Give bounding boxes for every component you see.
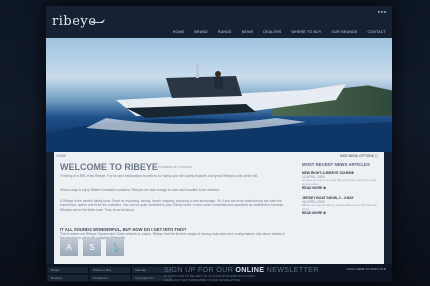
nav-brand[interactable]: BRAND	[194, 30, 208, 34]
rib-boat-photo	[46, 64, 392, 152]
feature-s-icon[interactable]: S	[83, 238, 101, 256]
anchor-icon[interactable]: ⚓	[106, 238, 124, 256]
newsletter-heading: SIGN UP FOR OUR ONLINE NEWSLETTER	[164, 265, 319, 274]
read-more-link[interactable]: READ MORE ⊕	[302, 211, 382, 215]
hide-menu-options[interactable]: HIDE MENU OPTIONS ▢	[340, 154, 378, 158]
newsletter-pre: SIGN UP FOR OUR	[164, 265, 236, 274]
hero-image	[46, 38, 392, 152]
intro-paragraph-2: What a way to enjoy Britain's beautiful …	[60, 188, 220, 192]
powered-by: POWERED BY PASSION	[158, 165, 193, 169]
footer-link-reviews[interactable]: Reviews	[48, 275, 88, 281]
nav-news[interactable]: NEWS	[242, 30, 254, 34]
page-background: ribeye ■ ■ ■ HOME BRAND RANGE NEWS DEALE…	[0, 0, 430, 286]
footer-link-range[interactable]: Range	[48, 267, 88, 273]
logo[interactable]: ribeye	[52, 14, 96, 29]
footer-link-where-to-buy[interactable]: Where to Buy	[90, 267, 130, 273]
newsletter-bold: ONLINE	[235, 265, 265, 274]
intro-paragraph-3: A Ribeye is the perfect family boat. Gre…	[60, 199, 284, 212]
footer-links: Range Where to Buy Sitemap Reviews Conta…	[48, 267, 172, 281]
feature-a-icon[interactable]: A	[60, 238, 78, 256]
news-item-text: Ribeye are represented by Sealine Marine…	[302, 203, 377, 211]
news-item-text: As seen you can buy a new Ribeye with ou…	[302, 178, 377, 186]
newsletter-subtext: IF YOU'D LIKE TO BE KEPT UP TO DATE WITH…	[164, 274, 256, 282]
nav-home[interactable]: HOME	[173, 30, 185, 34]
intro-paragraph-1: Thinking of a RIB, think Ribeye. For fun…	[60, 174, 258, 178]
nav-where-to-buy[interactable]: WHERE TO BUY	[291, 30, 321, 34]
nav-dealers[interactable]: DEALERS	[263, 30, 281, 34]
newsletter-signup-link[interactable]: CLICK HERE TO SIGN UP ⊕	[347, 267, 386, 271]
nav-range[interactable]: RANGE	[218, 30, 232, 34]
page-title: WELCOME TO RIBEYE	[60, 162, 158, 172]
nav-contact[interactable]: CONTACT	[367, 30, 386, 34]
feature-icons: A S ⚓	[60, 238, 124, 256]
boat-logo-icon	[91, 19, 105, 23]
nav-our-brands[interactable]: OUR BRANDS	[332, 30, 358, 34]
news-sidebar: MOST RECENT NEWS ARTICLES NEW RIGHT-A-RI…	[302, 162, 382, 215]
main-nav: HOME BRAND RANGE NEWS DEALERS WHERE TO B…	[173, 30, 386, 34]
breadcrumb[interactable]: HOME	[56, 154, 67, 158]
site-container: ribeye ■ ■ ■ HOME BRAND RANGE NEWS DEALE…	[46, 6, 392, 282]
footer-link-contact[interactable]: Contact Us	[90, 275, 130, 281]
newsletter-post: NEWSLETTER	[264, 265, 319, 274]
utility-links[interactable]: ■ ■ ■	[378, 10, 386, 14]
